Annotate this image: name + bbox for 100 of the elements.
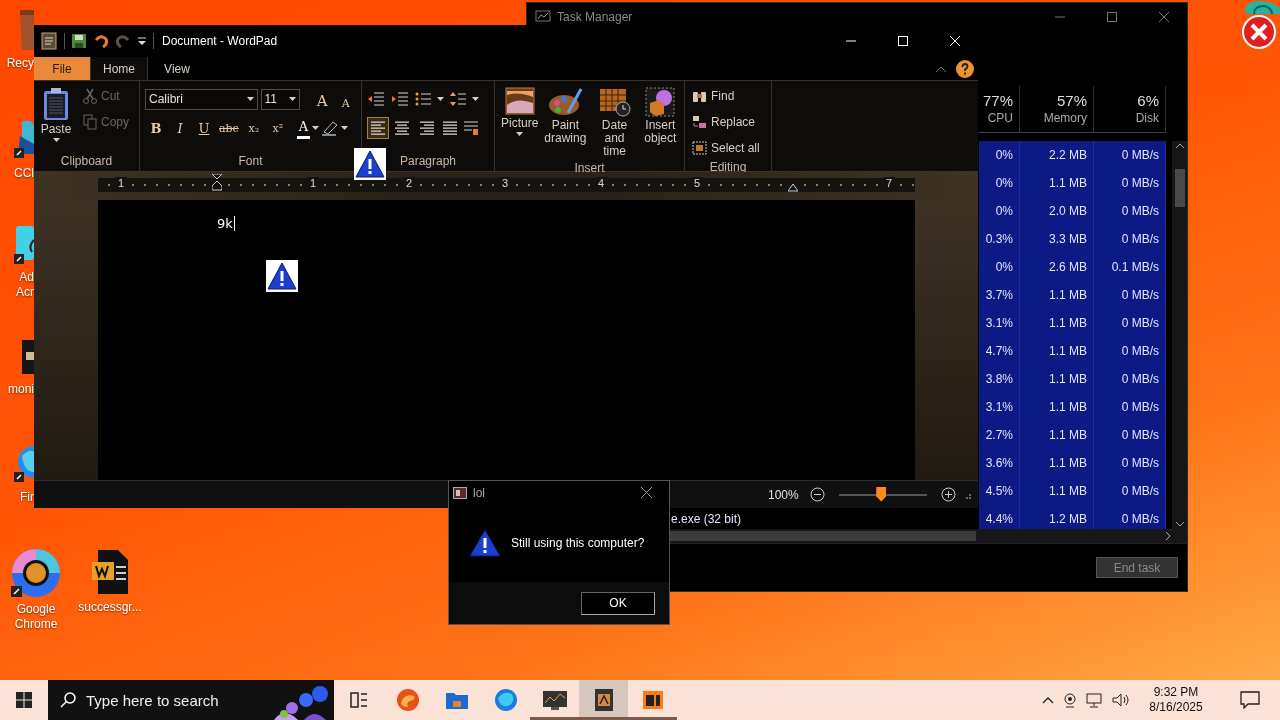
superscript-button[interactable]: x² (266, 117, 289, 139)
table-cell: 2.6 MB (1020, 253, 1094, 281)
text-cursor (233, 216, 235, 231)
table-cell: 0% (979, 169, 1020, 197)
scroll-up-icon (1175, 143, 1184, 148)
table-cell: 3.6% (979, 449, 1020, 477)
caret-icon (246, 97, 254, 101)
table-cell: 0 MB/s (1094, 337, 1166, 365)
picture-icon (504, 87, 535, 115)
replace-button[interactable]: Replace (690, 111, 766, 133)
monitor-chart-icon (541, 689, 568, 711)
taskbar-app-button[interactable] (579, 680, 628, 720)
font-size-field[interactable]: 11 (260, 88, 301, 110)
windows-logo-icon (16, 692, 32, 708)
document-page[interactable]: 9k (98, 200, 915, 480)
indent-marker-icon[interactable] (788, 184, 798, 192)
increase-indent-icon (391, 92, 409, 106)
maximize-icon (898, 36, 908, 46)
vertical-scrollbar[interactable] (1172, 141, 1187, 529)
table-cell: 1.1 MB (1020, 169, 1094, 197)
table-cell: 0 MB/s (1094, 393, 1166, 421)
align-justify-icon (442, 121, 458, 135)
ruler-number: 4 (595, 177, 607, 189)
insert-paint-button[interactable]: Paint drawing (543, 85, 588, 160)
insert-object-button[interactable]: Insert object (641, 85, 679, 160)
caret-icon (437, 97, 444, 101)
document-text: 9k (217, 216, 233, 231)
column-header[interactable]: 57% Memory (1020, 86, 1094, 133)
column-header[interactable]: 77% CPU (979, 86, 1020, 133)
copy-icon (83, 114, 97, 130)
paste-button[interactable]: Paste (39, 85, 73, 153)
warning-icon (469, 528, 501, 558)
table-cell: 1.1 MB (1020, 337, 1094, 365)
group-label: Paragraph (398, 153, 457, 170)
ruler-number: 5 (691, 177, 703, 189)
insert-picture-button[interactable]: Picture (500, 85, 540, 160)
font-family-field[interactable]: Calibri (145, 88, 258, 110)
column-header[interactable]: 6% Disk (1094, 86, 1166, 133)
table-cell: 0 MB/s (1094, 449, 1166, 477)
table-cell: 0.1 MB/s (1094, 253, 1166, 281)
table-cell: 1.1 MB (1020, 309, 1094, 337)
bold-button[interactable]: B (145, 117, 167, 139)
clock-time[interactable]: 9:32 PM (1153, 685, 1199, 700)
subscript-button[interactable]: x₂ (242, 117, 265, 139)
word-document-icon (90, 548, 130, 596)
insert-datetime-button[interactable]: Date and time (591, 85, 638, 160)
underline-button[interactable]: U (193, 117, 215, 139)
window-icon (641, 690, 664, 710)
wordpad-icon (592, 688, 615, 712)
table-cell: 3.3 MB (1020, 225, 1094, 253)
volume-icon (1112, 692, 1130, 708)
edge-icon (395, 688, 420, 712)
scroll-right-icon (1166, 532, 1171, 540)
group-label: Editing (708, 159, 748, 175)
notifications-icon (1240, 691, 1260, 709)
ribbon-tab[interactable]: Home (90, 57, 148, 80)
recycle-bin-icon (18, 8, 34, 52)
network-icon (1086, 692, 1104, 708)
shrink-font-button[interactable]: A (335, 88, 357, 110)
search-field[interactable]: Type here to search (48, 680, 334, 720)
task-manager-icon (535, 10, 551, 24)
caret-icon (312, 126, 320, 130)
scroll-down-icon (1175, 522, 1184, 527)
text-color-button[interactable]: A (296, 117, 311, 139)
dialog-message: Still using this computer? (511, 536, 645, 550)
warning-icon (266, 260, 298, 292)
show-hidden-icon (1042, 696, 1054, 704)
grow-font-button[interactable]: A (311, 88, 333, 110)
close-icon (950, 36, 960, 46)
window-title: Task Manager (557, 10, 634, 24)
clock-date[interactable]: 8/16/2025 (1149, 700, 1203, 715)
table-cell: 3.1% (979, 309, 1020, 337)
caret-icon (52, 138, 60, 142)
file-menu-tab[interactable]: File (34, 57, 90, 80)
wordpad-icon (40, 32, 58, 50)
table-cell: 1.1 MB (1020, 421, 1094, 449)
task-view-icon (349, 692, 368, 708)
zoom-level: 100% (768, 487, 800, 502)
binoculars-icon (692, 89, 707, 103)
indent-marker-icon[interactable] (212, 174, 222, 194)
group-label: Font (237, 153, 264, 170)
ribbon-tab[interactable]: View (148, 57, 206, 80)
find-button[interactable]: Find (690, 85, 766, 107)
align-left-icon (370, 121, 386, 135)
help-icon (956, 59, 974, 78)
strike-button[interactable]: abc (217, 117, 241, 139)
slider-thumb[interactable] (876, 486, 887, 502)
italic-button[interactable]: I (169, 117, 191, 139)
ok-button[interactable]: OK (581, 591, 655, 615)
zoom-out-icon (810, 487, 825, 502)
table-cell: 3.7% (979, 281, 1020, 309)
table-cell: 1.1 MB (1020, 449, 1094, 477)
group-label: Clipboard (59, 153, 114, 170)
alignment-button[interactable] (367, 117, 389, 139)
firefox-icon (493, 688, 518, 712)
scrollbar-thumb[interactable] (1175, 169, 1185, 207)
table-cell: 0 MB/s (1094, 421, 1166, 449)
table-cell: 0 MB/s (1094, 169, 1166, 197)
select-button[interactable]: Select all (690, 137, 766, 159)
table-cell: 0% (979, 141, 1020, 169)
